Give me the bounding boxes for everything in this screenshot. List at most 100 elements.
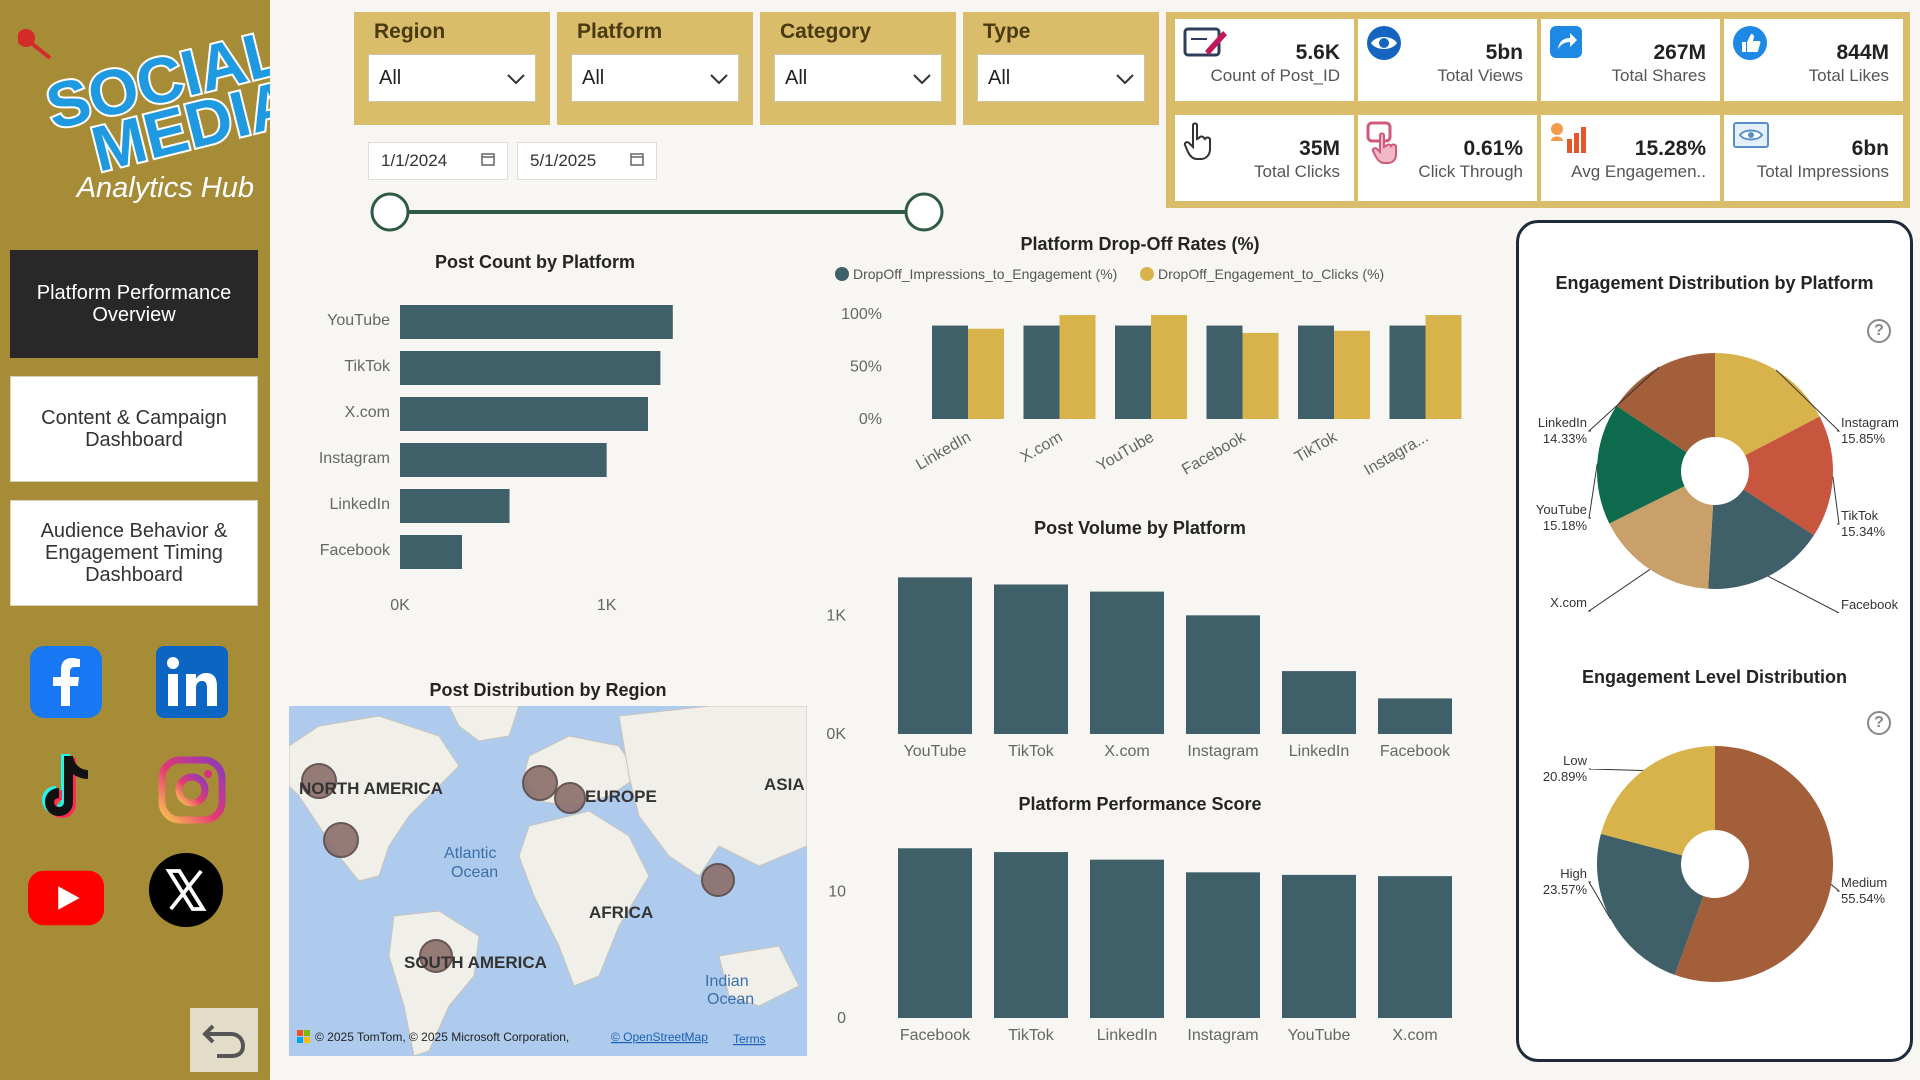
back-button[interactable]	[190, 1008, 258, 1072]
bar[interactable]	[1282, 671, 1356, 734]
kpi-caption: Total Views	[1437, 66, 1523, 85]
app-subtitle: Analytics Hub	[76, 172, 254, 204]
facebook-icon[interactable]	[28, 644, 104, 720]
nav-label: Platform Performance Overview	[36, 282, 232, 326]
region-bubble[interactable]	[323, 822, 359, 858]
bar[interactable]	[1115, 325, 1151, 419]
legend-item[interactable]: DropOff_Impressions_to_Engagement (%)	[835, 266, 1117, 282]
bar-label: LinkedIn	[330, 496, 391, 513]
bar[interactable]	[1090, 591, 1164, 734]
terms-link[interactable]: Terms	[733, 1032, 766, 1046]
map-label-indian: Indian	[705, 973, 749, 990]
bar[interactable]	[400, 443, 607, 477]
calendar-icon[interactable]	[481, 151, 495, 171]
youtube-icon[interactable]	[28, 860, 104, 936]
region-bubble[interactable]	[701, 863, 735, 897]
region-slicer: Region All	[354, 12, 550, 125]
nav-platform-performance[interactable]: Platform Performance Overview	[10, 250, 258, 358]
region-bubble[interactable]	[522, 765, 558, 801]
bar[interactable]	[1090, 859, 1164, 1018]
dropoff-plot: DropOff_Impressions_to_Engagement (%) Dro…	[835, 266, 1462, 479]
date-value: 1/1/2024	[381, 151, 448, 170]
bar[interactable]	[1389, 325, 1426, 419]
chart-title: Engagement Distribution by Platform	[1555, 273, 1874, 293]
bar[interactable]	[400, 489, 510, 523]
bar[interactable]	[1425, 315, 1462, 419]
bar[interactable]	[1334, 330, 1370, 419]
type-dropdown[interactable]: All	[977, 54, 1145, 102]
bar[interactable]	[1186, 615, 1260, 734]
legend-swatch	[835, 267, 849, 281]
map-attribution: © 2025 TomTom, © 2025 Microsoft Corporat…	[315, 1030, 569, 1044]
osm-link[interactable]: © OpenStreetMap	[611, 1030, 708, 1044]
tiktok-icon[interactable]	[30, 752, 106, 828]
slice-category: Instagram	[1841, 415, 1899, 430]
slider-start-handle[interactable]	[370, 192, 410, 232]
x-icon[interactable]	[148, 852, 224, 928]
slider-end-handle[interactable]	[904, 192, 944, 232]
bar[interactable]	[400, 535, 462, 569]
nav-label: Content & Campaign Dashboard	[41, 407, 227, 451]
bar[interactable]	[400, 305, 673, 339]
slice-category: High	[1560, 866, 1587, 881]
legend-label: DropOff_Impressions_to_Engagement (%)	[853, 266, 1117, 282]
bar[interactable]	[1151, 315, 1187, 419]
platform-slicer: Platform All	[557, 12, 753, 125]
category-label: Facebook	[1179, 428, 1249, 478]
bar[interactable]	[1242, 332, 1279, 419]
bar[interactable]	[898, 577, 972, 734]
map-canvas[interactable]: NORTH AMERICA EUROPE ASIA AFRICA SOUTH A…	[289, 706, 807, 1056]
bar[interactable]	[400, 397, 648, 431]
category-label: LinkedIn	[913, 429, 974, 474]
bar[interactable]	[932, 325, 968, 419]
kpi-total-clicks: 35M Total Clicks	[1175, 115, 1354, 201]
map-label-africa: AFRICA	[589, 903, 653, 922]
bar[interactable]	[400, 351, 661, 385]
chevron-down-icon	[1116, 67, 1134, 90]
nav-content-campaign[interactable]: Content & Campaign Dashboard	[10, 376, 258, 482]
bar[interactable]	[1023, 325, 1060, 419]
bar[interactable]	[968, 328, 1004, 419]
map-label-south-america: SOUTH AMERICA	[404, 953, 547, 972]
category-dropdown[interactable]: All	[774, 54, 942, 102]
back-arrow-icon	[202, 1024, 246, 1058]
slice-category: TikTok	[1841, 508, 1879, 523]
kpi-value: 6bn	[1851, 137, 1889, 160]
slice-category: X.com	[1550, 595, 1587, 610]
leader-line	[1768, 575, 1840, 613]
date-range-slider[interactable]	[368, 190, 948, 234]
eye-icon	[1366, 25, 1402, 66]
tick-label: 0	[837, 1010, 846, 1027]
leader-line	[1830, 884, 1841, 892]
type-slicer: Type All	[963, 12, 1159, 125]
start-date-input[interactable]: 1/1/2024	[368, 142, 508, 180]
nav-audience-behavior[interactable]: Audience Behavior & Engagement Timing Da…	[10, 500, 258, 606]
level-pie: Medium55.54% High23.57% Low20.89%	[1543, 746, 1887, 982]
bar[interactable]	[994, 584, 1068, 734]
calendar-icon[interactable]	[630, 151, 644, 171]
bar[interactable]	[1282, 874, 1356, 1018]
bar[interactable]	[1378, 876, 1452, 1018]
post-count-chart: Post Count by Platform YouTube TikTok X.co…	[290, 250, 780, 630]
bar[interactable]	[1059, 315, 1096, 419]
sidebar: SOCIAL MEDIA Analytics Hub Platform Perf…	[0, 0, 304, 1080]
bar[interactable]	[1298, 325, 1334, 419]
bar[interactable]	[1206, 325, 1243, 419]
category-label: TikTok	[1292, 428, 1341, 466]
end-date-input[interactable]: 5/1/2025	[517, 142, 657, 180]
instagram-icon[interactable]	[154, 752, 230, 828]
legend-label: DropOff_Engagement_to_Clicks (%)	[1158, 266, 1384, 282]
linkedin-icon[interactable]	[154, 644, 230, 720]
region-bubble[interactable]	[554, 782, 586, 814]
kpi-caption: Avg Engagemen..	[1571, 162, 1706, 181]
legend-item[interactable]: DropOff_Engagement_to_Clicks (%)	[1140, 266, 1384, 282]
bar[interactable]	[1378, 698, 1452, 734]
dropdown-value: All	[582, 66, 605, 89]
chart-title: Post Distribution by Region	[429, 680, 667, 700]
bar[interactable]	[1186, 872, 1260, 1018]
bar[interactable]	[898, 848, 972, 1018]
region-dropdown[interactable]: All	[368, 54, 536, 102]
platform-dropdown[interactable]: All	[571, 54, 739, 102]
tick-label: 100%	[841, 306, 882, 323]
bar[interactable]	[994, 852, 1068, 1018]
